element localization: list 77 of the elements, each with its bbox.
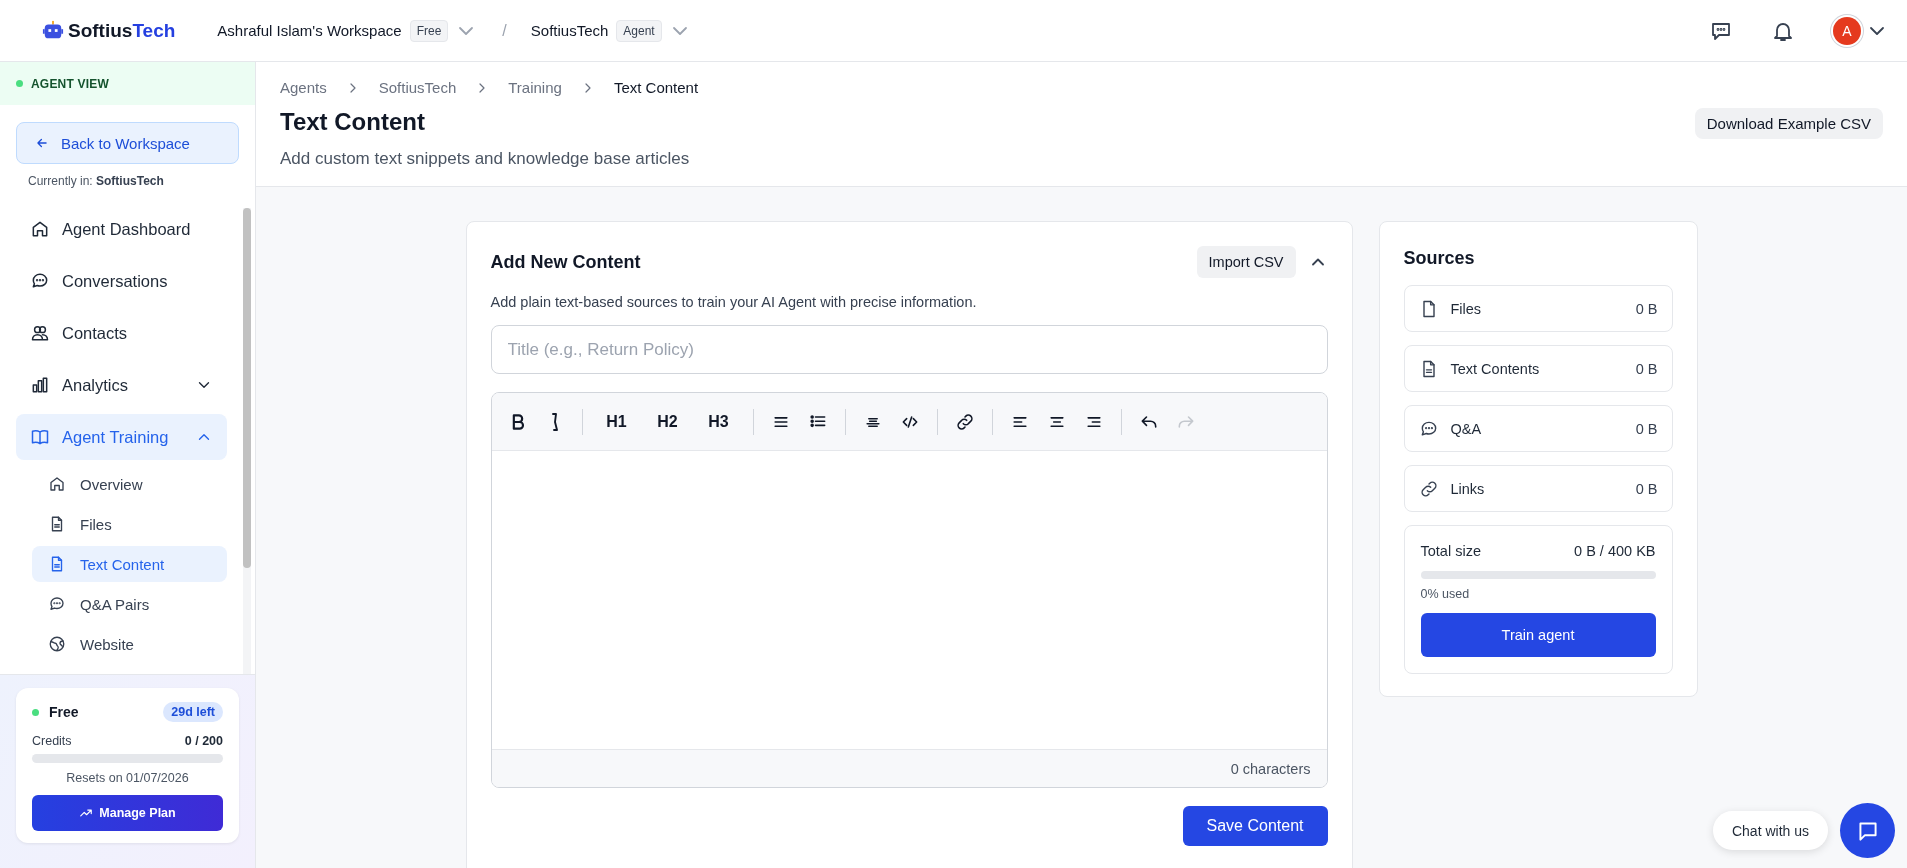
nav-subitem[interactable]: Files: [32, 506, 227, 542]
user-avatar[interactable]: A: [1833, 16, 1861, 45]
total-size-label: Total size: [1420, 543, 1481, 559]
nav-subitem[interactable]: Q&A Pairs: [32, 586, 227, 622]
users-icon: [30, 323, 50, 343]
home-icon: [48, 475, 66, 493]
agent-name: SoftiusTech: [530, 22, 609, 39]
page-title: Text Content: [280, 108, 425, 136]
arrow-left-icon: [35, 136, 49, 150]
italic-icon: [550, 413, 559, 430]
user-menu-dropdown[interactable]: [1871, 27, 1883, 34]
chat-with-us-label[interactable]: Chat with us: [1712, 811, 1828, 850]
total-size-value: 0 B / 400 KB: [1574, 543, 1656, 559]
credits-value: 0 / 200: [184, 734, 223, 748]
nav-subitem[interactable]: Overview: [32, 466, 227, 502]
link-icon: [954, 411, 975, 432]
card-description: Add plain text-based sources to train your AI Agent with precise information.: [490, 294, 978, 310]
title-field[interactable]: Title (e.g., Return Policy): [490, 325, 1328, 374]
globe-icon: [48, 635, 66, 653]
card-title: Add New Content: [490, 251, 642, 273]
nav-item[interactable]: Agent Training: [16, 414, 227, 460]
chevron-down-icon: [673, 27, 686, 34]
trend-icon: [79, 806, 94, 820]
breadcrumb-item[interactable]: Agents: [280, 79, 327, 96]
plan-badge: Free: [409, 19, 449, 42]
reset-date: Resets on 01/07/2026: [65, 771, 190, 785]
breadcrumb-separator: /: [502, 21, 507, 40]
chat-icon: [30, 271, 50, 291]
nav-item[interactable]: Agent Dashboard: [16, 206, 227, 252]
source-label: Files: [1450, 300, 1482, 317]
source-label: Links: [1450, 480, 1485, 497]
nav-subitem[interactable]: Text Content: [32, 546, 227, 582]
back-to-workspace-button[interactable]: Back to Workspace: [16, 122, 239, 164]
train-agent-button[interactable]: Train agent: [1420, 613, 1656, 657]
usage-percent: 0% used: [1420, 587, 1471, 601]
source-size: 0 B: [1635, 360, 1658, 377]
sources-title: Sources: [1403, 248, 1476, 269]
download-csv-button[interactable]: Download Example CSV: [1694, 108, 1883, 139]
bar-chart-icon: [30, 375, 50, 395]
days-left-badge: 29d left: [163, 702, 223, 722]
workspace-name: Ashraful Islam's Workspace: [217, 22, 402, 39]
character-count: 0 characters: [1230, 760, 1311, 777]
breadcrumb-item: Text Content: [613, 79, 699, 96]
plan-name: Free: [49, 704, 79, 720]
source-size: 0 B: [1635, 300, 1658, 317]
nav-item[interactable]: Analytics: [16, 362, 227, 408]
nav-item[interactable]: Contacts: [16, 310, 227, 356]
heading-button[interactable]: H2: [644, 404, 691, 439]
page-subtitle: Add custom text snippets and knowledge base articles: [280, 149, 691, 169]
save-content-button[interactable]: Save Content: [1182, 806, 1328, 846]
chevron-down-icon: [460, 27, 473, 34]
status-dot: [32, 708, 39, 716]
source-label: Text Contents: [1450, 360, 1540, 377]
brand-logo[interactable]: SoftiusTech: [42, 19, 176, 42]
agent-view-banner: AGENT VIEW: [0, 62, 255, 105]
source-size: 0 B: [1635, 480, 1658, 497]
status-dot: [16, 80, 23, 87]
brand-name: SoftiusTech: [68, 19, 176, 42]
heading-button[interactable]: H3: [695, 404, 742, 439]
chevron-down-icon: [1871, 27, 1883, 34]
nav-item[interactable]: Conversations: [16, 258, 227, 304]
agent-badge: Agent: [616, 19, 662, 42]
scrollbar[interactable]: [243, 208, 251, 674]
chat-icon: [48, 595, 66, 613]
link-icon: [1418, 478, 1439, 499]
book-icon: [30, 427, 50, 447]
home-icon: [30, 219, 50, 239]
current-agent-text: Currently in: SoftiusTech: [28, 174, 165, 188]
source-size: 0 B: [1635, 420, 1658, 437]
import-csv-button[interactable]: Import CSV: [1196, 246, 1296, 278]
heading-button[interactable]: H1: [593, 404, 640, 439]
source-label: Q&A: [1450, 420, 1482, 437]
credits-label: Credits: [32, 734, 72, 748]
nav-subitem[interactable]: Website: [32, 626, 227, 662]
manage-plan-button[interactable]: Manage Plan: [32, 795, 223, 831]
breadcrumb-item[interactable]: SoftiusTech: [378, 79, 457, 96]
breadcrumb-item[interactable]: Training: [508, 79, 562, 96]
